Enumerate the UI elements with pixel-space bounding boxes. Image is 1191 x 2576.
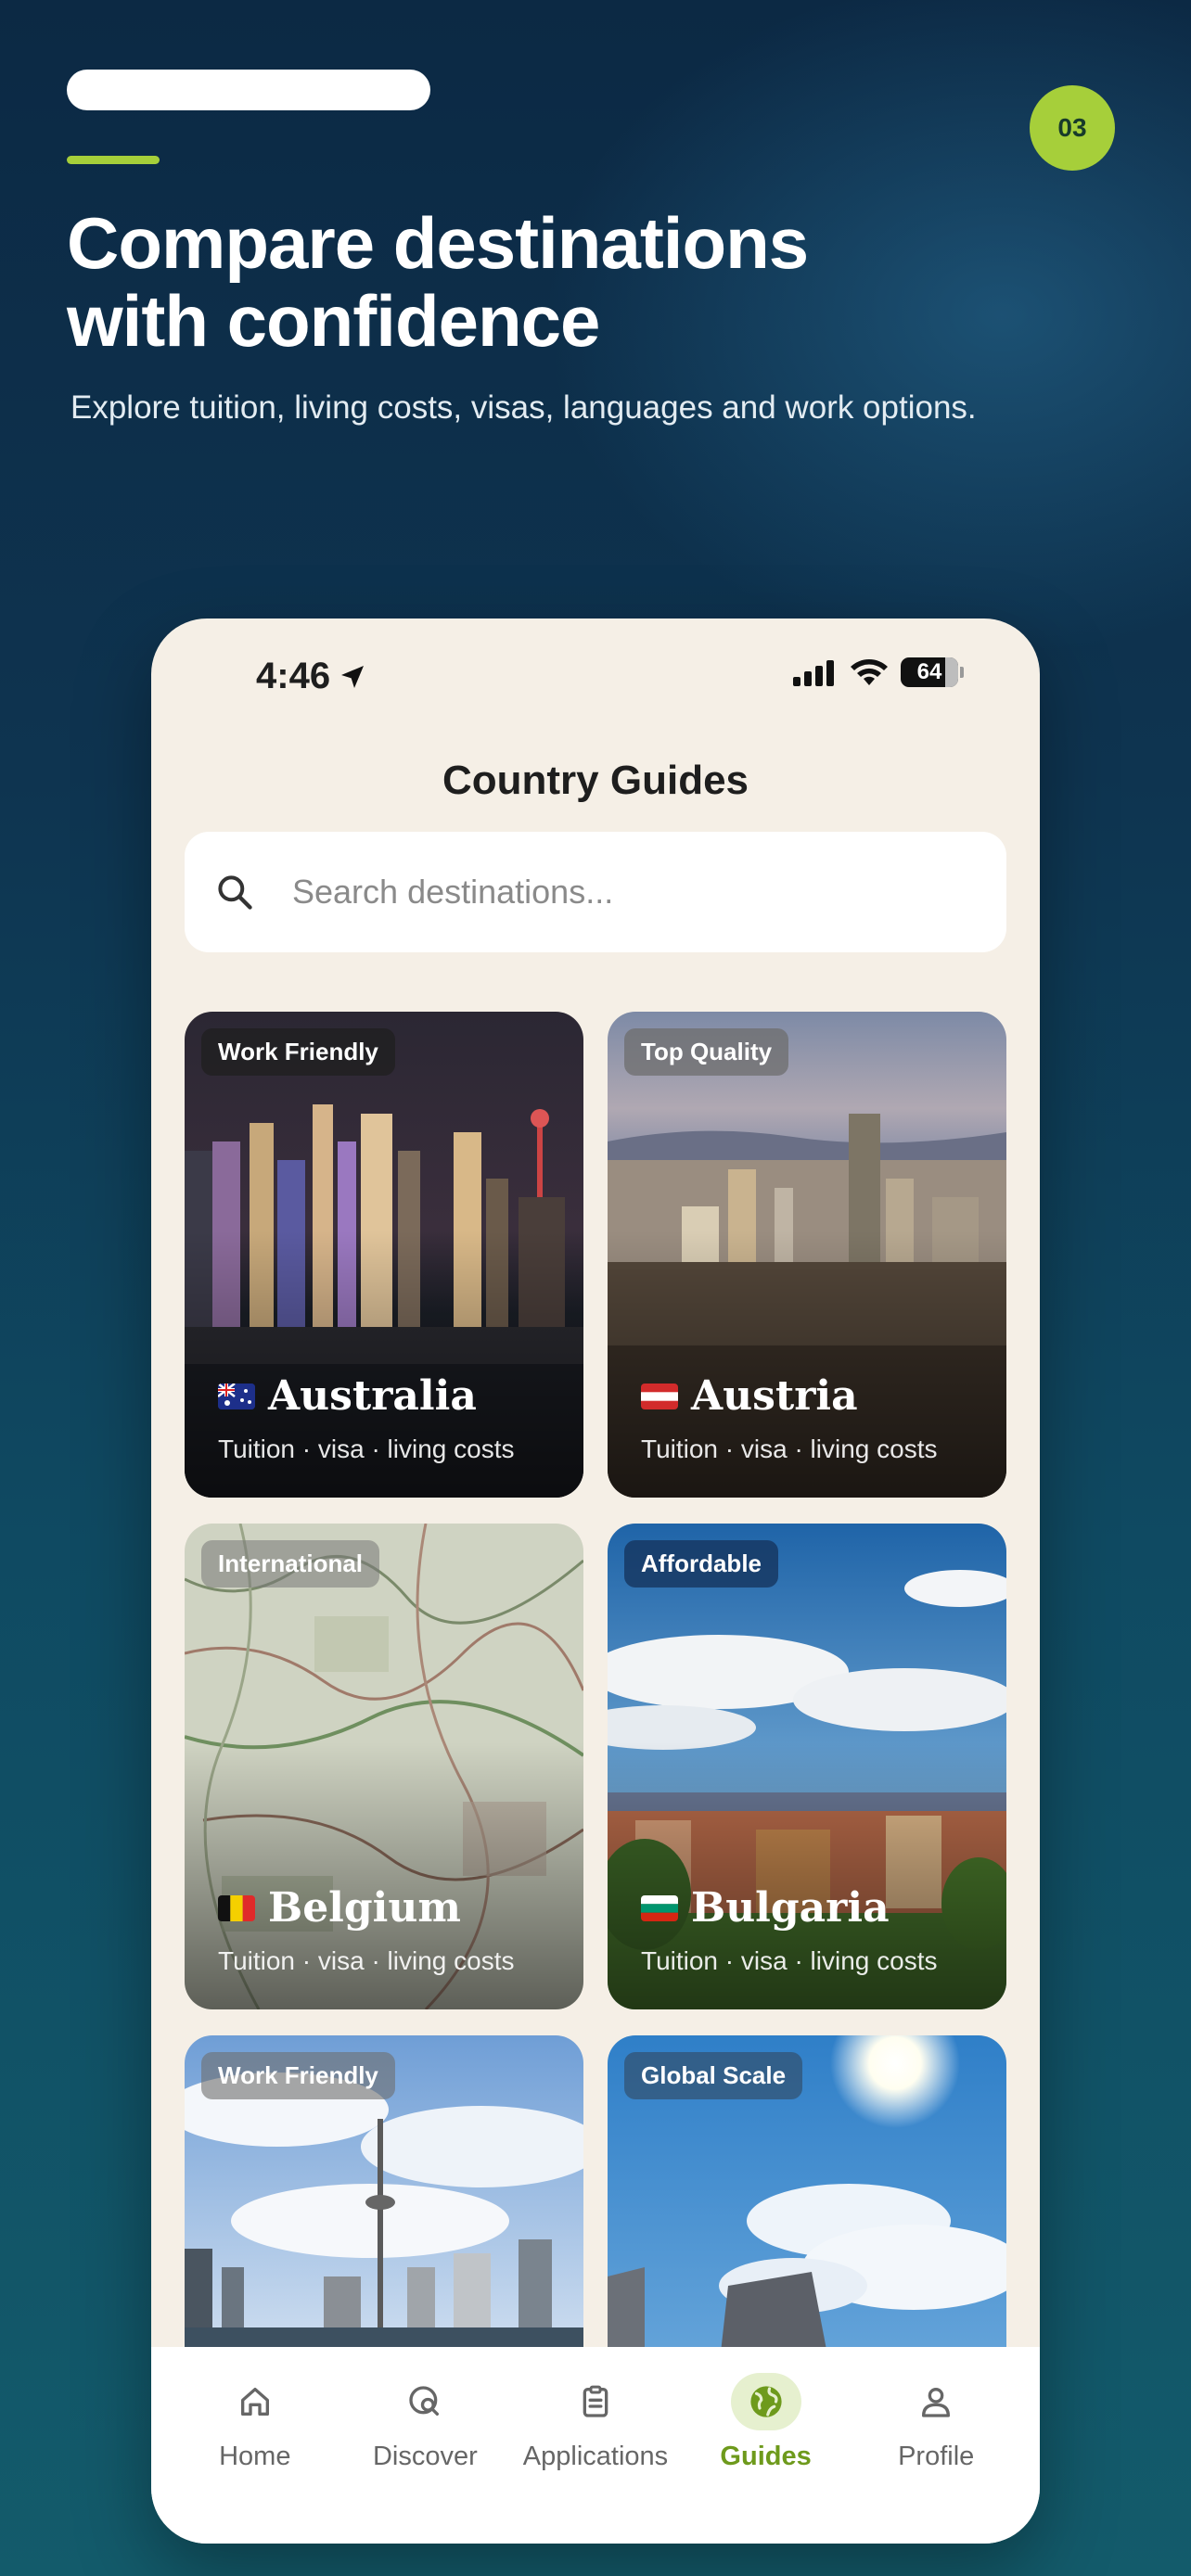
belgium-flag-icon xyxy=(218,1894,255,1921)
signal-icon xyxy=(793,660,834,686)
headline-line-2: with confidence xyxy=(67,280,600,362)
card-title: Australia xyxy=(218,1372,477,1420)
nav-label: Discover xyxy=(372,2442,478,2471)
headline: Compare destinations with confidence xyxy=(67,204,994,360)
subtitle: Explore tuition, living costs, visas, la… xyxy=(70,389,977,426)
card-country-name: Bulgaria xyxy=(691,1884,890,1932)
austria-flag-icon xyxy=(641,1383,678,1409)
search-bar[interactable] xyxy=(185,832,1006,952)
country-card-bulgaria[interactable]: Affordable Bulgaria Tuition · visa · liv… xyxy=(608,1524,1006,2009)
headline-line-1: Compare destinations xyxy=(67,202,809,284)
battery-indicator: 64 xyxy=(901,657,958,687)
step-badge: 03 xyxy=(1030,85,1115,171)
nav-item-applications[interactable]: Applications xyxy=(512,2373,679,2472)
card-subtitle: Tuition · visa · living costs xyxy=(218,1435,515,1463)
country-card-austria[interactable]: Top Quality Austria Tuition · visa · liv… xyxy=(608,1012,1006,1498)
search-input[interactable] xyxy=(292,873,960,912)
location-arrow-icon xyxy=(341,665,365,688)
nav-item-profile[interactable]: Profile xyxy=(852,2373,1019,2472)
card-shade xyxy=(608,1524,1006,2009)
home-icon xyxy=(220,2373,290,2430)
card-title: Belgium xyxy=(218,1884,461,1932)
nav-label: Guides xyxy=(720,2442,812,2471)
card-subtitle: Tuition · visa · living costs xyxy=(218,1946,515,1975)
status-time: 4:46 xyxy=(256,656,367,697)
nav-label: Home xyxy=(219,2442,291,2471)
card-title: Austria xyxy=(641,1372,858,1420)
card-tag: International xyxy=(201,1540,380,1588)
nav-label: Applications xyxy=(522,2442,669,2471)
bulgaria-flag-icon xyxy=(641,1894,678,1921)
phone-mockup: 4:46 64 Country Guides Search destinatio… xyxy=(151,618,1040,2544)
card-subtitle: Tuition · visa · living costs xyxy=(641,1946,938,1975)
country-card-australia[interactable]: Work Friendly Australia Tuition · visa ·… xyxy=(185,1012,583,1498)
bottom-nav: Home Discover Applications Guides Profil… xyxy=(151,2347,1040,2544)
wifi-icon xyxy=(851,659,888,685)
accent-line xyxy=(67,156,160,164)
country-card-belgium[interactable]: International Belgium Tuition · visa · l… xyxy=(185,1524,583,2009)
discover-icon xyxy=(390,2373,460,2430)
card-shade xyxy=(185,1524,583,2009)
card-title: Bulgaria xyxy=(641,1884,890,1932)
card-shade xyxy=(185,1012,583,1498)
clipboard-icon xyxy=(560,2373,631,2430)
card-tag: Top Quality xyxy=(624,1028,789,1076)
nav-item-guides[interactable]: Guides xyxy=(683,2373,850,2472)
card-country-name: Australia xyxy=(268,1372,477,1420)
card-shade xyxy=(608,1012,1006,1498)
search-icon xyxy=(218,875,252,910)
card-subtitle: Tuition · visa · living costs xyxy=(641,1435,938,1463)
globe-icon xyxy=(730,2373,801,2430)
card-tag: Global Scale xyxy=(624,2052,803,2099)
card-country-name: Austria xyxy=(691,1372,858,1420)
nav-item-discover[interactable]: Discover xyxy=(341,2373,508,2472)
australia-flag-icon xyxy=(218,1383,255,1409)
status-icons: 64 xyxy=(793,657,964,687)
person-icon xyxy=(901,2373,971,2430)
nav-label: Profile xyxy=(898,2442,975,2471)
card-tag: Affordable xyxy=(624,1540,778,1588)
battery-cap xyxy=(960,667,964,678)
card-tag: Work Friendly xyxy=(201,2052,395,2099)
screen-title: Country Guides xyxy=(442,758,749,803)
nav-item-home[interactable]: Home xyxy=(172,2373,339,2472)
status-bar: 4:46 64 xyxy=(151,618,1040,739)
card-tag: Work Friendly xyxy=(201,1028,395,1076)
card-country-name: Belgium xyxy=(268,1884,461,1932)
time-text: 4:46 xyxy=(256,656,331,696)
top-pill xyxy=(67,70,430,110)
